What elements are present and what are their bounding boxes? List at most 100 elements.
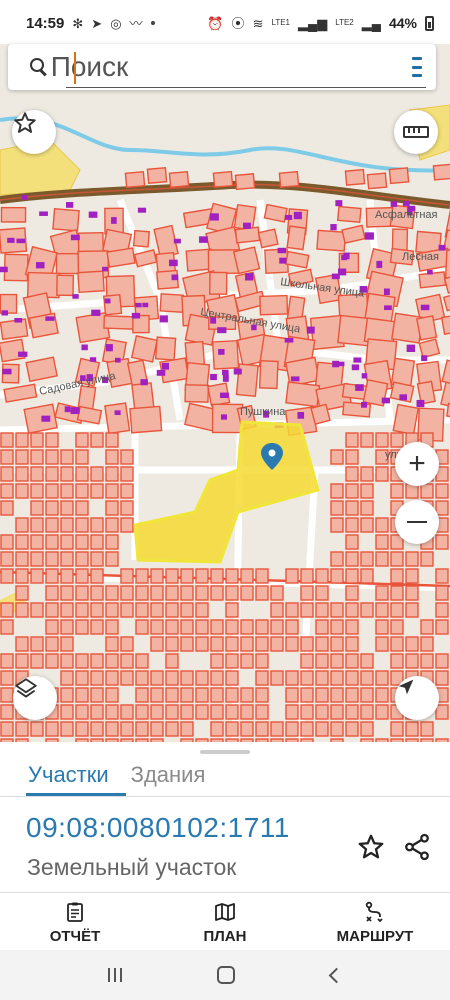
- parcel[interactable]: [45, 432, 59, 448]
- parcel[interactable]: [75, 568, 89, 584]
- map-canvas[interactable]: Школьная улица Центральная улица Садовая…: [0, 44, 450, 742]
- parcel[interactable]: [195, 670, 209, 686]
- parcel[interactable]: [284, 250, 310, 269]
- building[interactable]: [70, 407, 80, 415]
- parcel[interactable]: [30, 432, 44, 448]
- parcel[interactable]: [75, 483, 89, 499]
- parcel[interactable]: [30, 602, 44, 618]
- parcel[interactable]: [345, 483, 359, 499]
- parcel[interactable]: [60, 602, 74, 618]
- parcel[interactable]: [375, 534, 389, 550]
- parcel[interactable]: [15, 449, 29, 465]
- parcel[interactable]: [15, 551, 29, 567]
- parcel[interactable]: [435, 534, 449, 550]
- cadastral-number[interactable]: 09:08:0080102:1711: [26, 812, 290, 844]
- building[interactable]: [384, 305, 392, 311]
- parcel[interactable]: [330, 721, 344, 737]
- building[interactable]: [173, 238, 181, 244]
- parcel[interactable]: [285, 636, 299, 652]
- parcel[interactable]: [375, 670, 389, 686]
- parcel[interactable]: [300, 670, 314, 686]
- parcel[interactable]: [129, 405, 163, 434]
- parcel[interactable]: [360, 568, 374, 584]
- parcel[interactable]: [75, 653, 89, 669]
- parcel[interactable]: [360, 653, 374, 669]
- parcel[interactable]: [195, 602, 209, 618]
- parcel[interactable]: [440, 313, 450, 336]
- building[interactable]: [91, 309, 101, 316]
- parcel[interactable]: [105, 534, 119, 550]
- parcel[interactable]: [60, 585, 74, 601]
- building[interactable]: [220, 414, 227, 420]
- parcel[interactable]: [285, 602, 299, 618]
- building[interactable]: [209, 213, 219, 221]
- parcel[interactable]: [75, 449, 89, 465]
- parcel[interactable]: [375, 432, 389, 448]
- building[interactable]: [355, 384, 364, 391]
- parcel[interactable]: [0, 449, 14, 465]
- tab-parcels[interactable]: Участки: [28, 762, 109, 788]
- building[interactable]: [277, 247, 287, 254]
- parcel[interactable]: [30, 721, 44, 737]
- parcel[interactable]: [240, 568, 254, 584]
- parcel[interactable]: [180, 619, 194, 635]
- parcel[interactable]: [210, 568, 224, 584]
- parcel[interactable]: [165, 636, 179, 652]
- parcel[interactable]: [212, 170, 234, 188]
- parcel[interactable]: [0, 338, 26, 363]
- parcel[interactable]: [105, 619, 119, 635]
- building[interactable]: [341, 254, 348, 261]
- parcel[interactable]: [90, 551, 104, 567]
- measure-button[interactable]: [394, 110, 438, 154]
- parcel[interactable]: [45, 534, 59, 550]
- parcel[interactable]: [240, 653, 254, 669]
- parcel[interactable]: [390, 602, 404, 618]
- parcel[interactable]: [131, 382, 155, 411]
- parcel[interactable]: [390, 619, 404, 635]
- building[interactable]: [293, 211, 302, 220]
- parcel[interactable]: [30, 551, 44, 567]
- parcel[interactable]: [120, 466, 134, 482]
- parcel[interactable]: [270, 602, 284, 618]
- parcel[interactable]: [0, 483, 14, 499]
- parcel[interactable]: [390, 483, 404, 499]
- parcel[interactable]: [15, 602, 29, 618]
- parcel[interactable]: [105, 670, 119, 686]
- building[interactable]: [290, 376, 300, 382]
- parcel[interactable]: [315, 636, 329, 652]
- parcel[interactable]: [75, 585, 89, 601]
- building[interactable]: [353, 357, 362, 363]
- parcel[interactable]: [0, 500, 14, 516]
- parcel[interactable]: [285, 670, 299, 686]
- building[interactable]: [35, 262, 45, 269]
- parcel[interactable]: [105, 466, 119, 482]
- parcel[interactable]: [345, 534, 359, 550]
- parcel[interactable]: [360, 483, 374, 499]
- parcel[interactable]: [336, 205, 362, 224]
- parcel[interactable]: [120, 602, 134, 618]
- parcel[interactable]: [315, 619, 329, 635]
- building[interactable]: [297, 412, 305, 419]
- parcel[interactable]: [105, 636, 119, 652]
- parcel[interactable]: [102, 293, 123, 316]
- parcel[interactable]: [105, 721, 119, 737]
- parcel[interactable]: [360, 704, 374, 720]
- parcel[interactable]: [345, 721, 359, 737]
- building[interactable]: [72, 294, 79, 299]
- parcel[interactable]: [45, 653, 59, 669]
- parcel[interactable]: [232, 246, 261, 275]
- parcel[interactable]: [255, 568, 269, 584]
- parcel[interactable]: [240, 585, 254, 601]
- parcel[interactable]: [45, 551, 59, 567]
- parcel[interactable]: [75, 619, 89, 635]
- parcel[interactable]: [130, 335, 158, 363]
- parcel[interactable]: [330, 670, 344, 686]
- route-button[interactable]: МАРШРУТ: [300, 894, 450, 950]
- parcel[interactable]: [240, 619, 254, 635]
- parcel[interactable]: [60, 670, 74, 686]
- parcel[interactable]: [360, 466, 374, 482]
- building[interactable]: [2, 368, 12, 375]
- parcel[interactable]: [432, 163, 450, 181]
- parcel[interactable]: [420, 653, 434, 669]
- parcel[interactable]: [405, 551, 419, 567]
